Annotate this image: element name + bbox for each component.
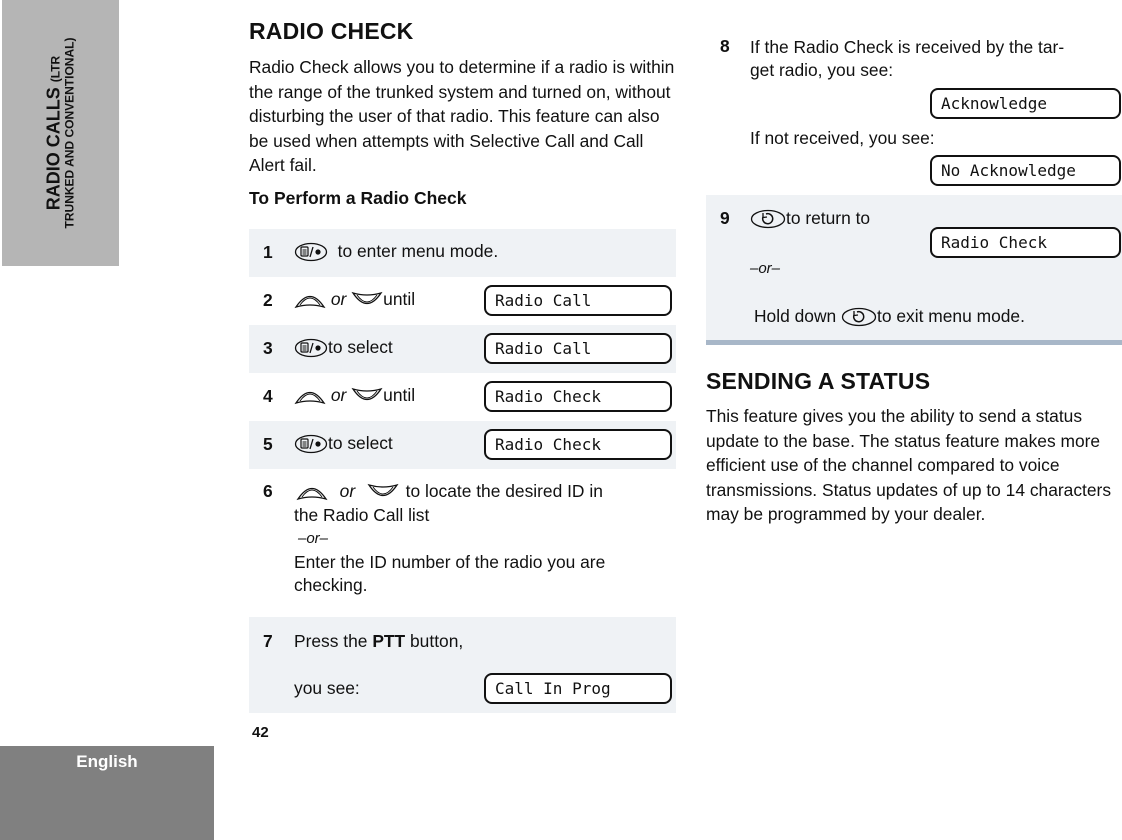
- display-readout: Radio Call: [484, 333, 672, 364]
- chapter-tab-label: RADIO CALLS (LTR TRUNKED AND CONVENTIONA…: [43, 37, 77, 229]
- or-label: or: [330, 385, 347, 405]
- step-number: 6: [263, 481, 273, 501]
- step-number: 7: [263, 631, 273, 651]
- alt-instruction-post: to exit menu mode.: [877, 306, 1025, 326]
- step-text: to select: [294, 337, 393, 358]
- language-tab: English: [0, 746, 214, 840]
- alt-instruction-cont: checking.: [294, 575, 368, 595]
- step-number: 8: [720, 36, 730, 56]
- step-text: Press the PTT button,: [294, 631, 463, 652]
- step-instruction: to locate the desired ID in: [405, 481, 603, 501]
- chapter-subtitle: TRUNKED AND CONVENTIONAL): [62, 37, 77, 229]
- step-instruction-end: button,: [410, 631, 464, 651]
- down-arrow-button-icon: [351, 292, 383, 305]
- or-separator: –or–: [298, 530, 329, 547]
- section-heading: SENDING A STATUS: [706, 368, 931, 394]
- chapter-tab: RADIO CALLS (LTR TRUNKED AND CONVENTIONA…: [2, 0, 119, 266]
- step-1: 1 to enter menu mode.: [249, 229, 676, 277]
- up-arrow-button-icon: [296, 488, 328, 501]
- down-arrow-button-icon: [367, 484, 399, 497]
- display-readout-no-acknowledge: No Acknowledge: [930, 155, 1121, 186]
- section-divider: [706, 340, 1122, 345]
- display-readout: Radio Check: [484, 381, 672, 412]
- section-body: This feature gives you the ability to se…: [706, 406, 1112, 524]
- ptt-label: PTT: [372, 631, 406, 651]
- alt-instruction-pre: Hold down: [754, 306, 837, 326]
- step-instruction: to select: [328, 433, 393, 453]
- step-number: 2: [263, 290, 273, 310]
- radio-check-section: RADIO CHECK Radio Check allows you to de…: [249, 18, 676, 209]
- step-instruction-cont: the Radio Call list: [294, 504, 430, 525]
- alt-instruction: Hold down to exit menu mode.: [754, 306, 1025, 327]
- up-arrow-button-icon: [294, 392, 326, 405]
- step-text: or until: [294, 289, 415, 310]
- step-instruction-cont: you see:: [294, 678, 360, 698]
- step-number: 4: [263, 386, 273, 406]
- step-9: 9 to return to –or– Hold down to exit me…: [706, 195, 1122, 340]
- step-5: 5 to select Radio Check: [249, 421, 676, 469]
- step-instruction-cont: get radio, you see:: [750, 60, 894, 80]
- step-instruction: If the Radio Check is received by the ta…: [750, 37, 1065, 57]
- step-text: or until: [294, 385, 415, 406]
- step-7: 7 Press the PTT button, you see: Call In…: [249, 617, 676, 713]
- step-instruction: to return to: [786, 208, 871, 228]
- display-readout: Call In Prog: [484, 673, 672, 704]
- chapter-title: RADIO CALLS: [43, 87, 64, 211]
- step-number: 9: [720, 208, 730, 228]
- section-heading: RADIO CHECK: [249, 18, 414, 44]
- or-label: or: [330, 289, 347, 309]
- step-instruction: to select: [328, 337, 393, 357]
- menu-select-button-icon: [294, 243, 328, 262]
- step-instruction: Press the: [294, 631, 368, 651]
- home-button-icon: [750, 210, 786, 229]
- language-label: English: [76, 752, 138, 771]
- page-number: 42: [252, 724, 269, 741]
- step-text: to enter menu mode.: [294, 241, 498, 262]
- step-6: 6 or to locate the desired ID in the Rad…: [249, 469, 676, 617]
- display-readout: Radio Check: [930, 227, 1121, 258]
- step-instruction: until: [383, 289, 416, 309]
- chapter-title-suffix: (LTR: [48, 55, 63, 83]
- up-arrow-button-icon: [294, 296, 326, 309]
- down-arrow-button-icon: [351, 388, 383, 401]
- sending-status-section: SENDING A STATUS This feature gives you …: [706, 368, 1122, 527]
- step-3: 3 to select Radio Call: [249, 325, 676, 373]
- step-number: 5: [263, 434, 273, 454]
- step-instruction: until: [383, 385, 416, 405]
- step-2: 2 or until Radio Call: [249, 277, 676, 325]
- display-readout: Radio Check: [484, 429, 672, 460]
- menu-select-button-icon: [294, 339, 328, 358]
- procedure-heading: To Perform a Radio Check: [249, 187, 467, 208]
- display-readout: Radio Call: [484, 285, 672, 316]
- or-separator: –or–: [750, 260, 781, 277]
- or-label: or: [339, 481, 356, 501]
- step-text: If the Radio Check is received by the ta…: [750, 36, 1122, 82]
- step-text: to return to: [750, 208, 870, 229]
- display-readout-acknowledge: Acknowledge: [930, 88, 1121, 119]
- menu-select-button-icon: [294, 435, 328, 454]
- step-number: 1: [263, 242, 273, 262]
- step-text: or to locate the desired ID in the Radio…: [294, 480, 674, 598]
- alt-instruction: If not received, you see:: [750, 128, 935, 148]
- section-intro: Radio Check allows you to determine if a…: [249, 57, 675, 175]
- home-button-icon: [841, 308, 877, 327]
- alt-instruction: Enter the ID number of the radio you are: [294, 551, 606, 572]
- step-number: 3: [263, 338, 273, 358]
- step-instruction: to enter menu mode.: [337, 241, 499, 261]
- step-text: to select: [294, 433, 393, 454]
- step-4: 4 or until Radio Check: [249, 373, 676, 421]
